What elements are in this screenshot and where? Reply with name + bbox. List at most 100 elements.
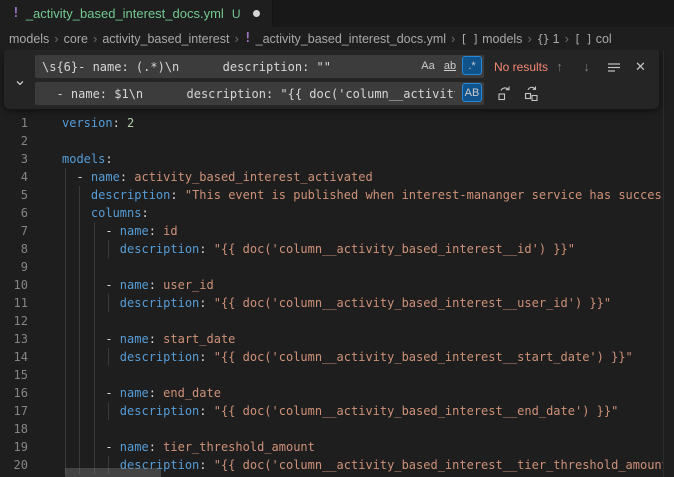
- line-content: [62, 366, 674, 384]
- line-content: - name: start_date: [62, 330, 674, 348]
- vscode-window: ! _activity_based_interest_docs.yml U mo…: [0, 0, 674, 477]
- whole-word-button[interactable]: ab: [440, 56, 460, 75]
- find-in-selection-button[interactable]: [603, 56, 624, 77]
- indent-guide: [65, 222, 66, 240]
- code-line[interactable]: 14 description: "{{ doc('column__activit…: [0, 348, 674, 366]
- code-line[interactable]: 3models:: [0, 150, 674, 168]
- find-input[interactable]: [35, 55, 484, 78]
- line-number: 7: [0, 222, 28, 240]
- code-line[interactable]: 7 - name: id: [0, 222, 674, 240]
- indent-guide: [79, 438, 80, 456]
- line-number: 5: [0, 186, 28, 204]
- line-number: 8: [0, 240, 28, 258]
- replace-input[interactable]: [35, 82, 484, 105]
- line-number: 13: [0, 330, 28, 348]
- close-find-button[interactable]: ✕: [630, 56, 651, 77]
- breadcrumb-item[interactable]: models: [9, 32, 49, 46]
- indent-guide: [79, 240, 80, 258]
- line-content: - name: user_id: [62, 276, 674, 294]
- code-line[interactable]: 17 description: "{{ doc('column__activit…: [0, 402, 674, 420]
- match-case-button[interactable]: Aa: [418, 56, 438, 75]
- breadcrumb-item[interactable]: {} 1: [537, 32, 560, 46]
- regex-button[interactable]: .*: [462, 56, 482, 75]
- line-number: 11: [0, 294, 28, 312]
- horizontal-scrollbar[interactable]: [62, 468, 663, 477]
- replace-button[interactable]: [494, 83, 515, 104]
- indent-guide: [94, 366, 95, 384]
- arrow-up-icon: ↑: [556, 59, 563, 74]
- line-content: - name: activity_based_interest_activate…: [62, 168, 674, 186]
- code-line[interactable]: 15: [0, 366, 674, 384]
- breadcrumb-item[interactable]: activity_based_interest: [102, 32, 229, 46]
- breadcrumb-item[interactable]: !_activity_based_interest_docs.yml: [244, 31, 446, 46]
- indent-guide: [108, 240, 109, 258]
- selection-lines-icon: [607, 60, 621, 74]
- code-line[interactable]: 19 - name: tier_threshold_amount: [0, 438, 674, 456]
- line-content: - name: end_date: [62, 384, 674, 402]
- indent-guide: [79, 402, 80, 420]
- indent-guide: [79, 384, 80, 402]
- indent-guide: [108, 348, 109, 366]
- code-line[interactable]: 4 - name: activity_based_interest_activa…: [0, 168, 674, 186]
- symbol-object-icon: {}: [537, 32, 549, 46]
- line-content: [62, 132, 674, 150]
- code-area[interactable]: 1version: 223models:4 - name: activity_b…: [0, 114, 674, 474]
- replace-all-button[interactable]: [521, 83, 542, 104]
- git-status-badge: U: [232, 7, 241, 21]
- line-content: columns:: [62, 204, 674, 222]
- chevron-right-icon: ›: [527, 31, 531, 46]
- indent-guide: [79, 222, 80, 240]
- breadcrumb-item[interactable]: core: [64, 32, 88, 46]
- code-line[interactable]: 12: [0, 312, 674, 330]
- scrollbar-thumb[interactable]: [65, 468, 161, 477]
- breadcrumb-label: col: [596, 32, 612, 46]
- breadcrumb-item[interactable]: [ ]models: [460, 32, 522, 46]
- editor-tab[interactable]: ! _activity_based_interest_docs.yml U: [0, 0, 273, 27]
- indent-guide: [65, 420, 66, 438]
- indent-guide: [94, 222, 95, 240]
- code-line[interactable]: 2: [0, 132, 674, 150]
- find-next-button[interactable]: ↓: [576, 56, 597, 77]
- find-results-status: No results: [494, 60, 548, 74]
- line-content: [62, 420, 674, 438]
- code-line[interactable]: 9: [0, 258, 674, 276]
- indent-guide: [94, 384, 95, 402]
- chevron-down-icon: ⌄: [13, 70, 26, 90]
- breadcrumb-label: models: [9, 32, 49, 46]
- code-line[interactable]: 1version: 2: [0, 114, 674, 132]
- line-content: description: "{{ doc('column__activity_b…: [62, 240, 674, 258]
- minimap-strip[interactable]: [663, 50, 674, 477]
- indent-guide: [65, 240, 66, 258]
- find-previous-button[interactable]: ↑: [549, 56, 570, 77]
- code-line[interactable]: 16 - name: end_date: [0, 384, 674, 402]
- code-line[interactable]: 13 - name: start_date: [0, 330, 674, 348]
- line-number: 18: [0, 420, 28, 438]
- breadcrumb-label: 1: [553, 32, 560, 46]
- indent-guide: [65, 312, 66, 330]
- editor[interactable]: 1version: 223models:4 - name: activity_b…: [0, 50, 674, 477]
- line-content: [62, 258, 674, 276]
- indent-guide: [65, 168, 66, 186]
- indent-guide: [65, 438, 66, 456]
- code-line[interactable]: 10 - name: user_id: [0, 276, 674, 294]
- toggle-replace-button[interactable]: ⌄: [11, 71, 29, 89]
- modified-dot-icon[interactable]: [253, 10, 260, 17]
- indent-guide: [94, 258, 95, 276]
- line-number: 14: [0, 348, 28, 366]
- code-line[interactable]: 6 columns:: [0, 204, 674, 222]
- breadcrumb-item[interactable]: [ ]col: [574, 32, 612, 46]
- chevron-right-icon: ›: [54, 31, 58, 46]
- code-line[interactable]: 5 description: "This event is published …: [0, 186, 674, 204]
- code-line[interactable]: 18: [0, 420, 674, 438]
- indent-guide: [94, 438, 95, 456]
- preserve-case-button[interactable]: AB: [462, 83, 482, 102]
- symbol-array-icon: [ ]: [460, 32, 478, 46]
- line-content: models:: [62, 150, 674, 168]
- code-line[interactable]: 11 description: "{{ doc('column__activit…: [0, 294, 674, 312]
- yaml-file-icon: !: [244, 31, 252, 46]
- indent-guide: [79, 330, 80, 348]
- line-number: 10: [0, 276, 28, 294]
- code-line[interactable]: 8 description: "{{ doc('column__activity…: [0, 240, 674, 258]
- indent-guide: [94, 420, 95, 438]
- tab-filename: _activity_based_interest_docs.yml: [26, 6, 224, 21]
